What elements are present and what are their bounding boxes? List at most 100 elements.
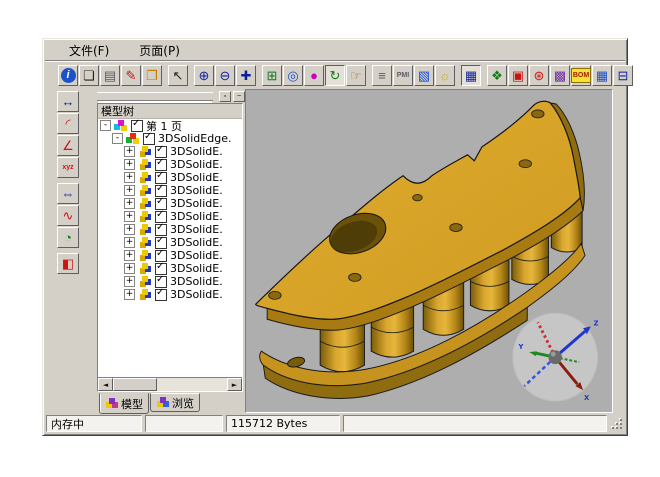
toolbar-button[interactable]: ∿ (57, 205, 79, 226)
expand-icon[interactable]: + (124, 185, 135, 196)
tree-item-part[interactable]: + ✓ 3DSolidE. (98, 197, 242, 210)
tree-item-part[interactable]: + ✓ 3DSolidE. (98, 236, 242, 249)
resize-grip[interactable] (610, 417, 624, 431)
toolbar-button[interactable]: ◧ (57, 253, 79, 274)
tree-item-part[interactable]: + ✓ 3DSolidE. (98, 262, 242, 275)
toolbar-button[interactable]: ◎ (283, 65, 303, 86)
expand-icon[interactable]: + (124, 263, 135, 274)
dock-gripper[interactable] (97, 92, 213, 101)
collapse-icon[interactable]: - (112, 133, 123, 144)
toolbar-group-view: ⊞◎● ↻ ☞ (262, 65, 367, 86)
snapshot-icon: ▣ (512, 69, 524, 82)
tree-item-part[interactable]: + ✓ 3DSolidE. (98, 210, 242, 223)
tree-hscrollbar[interactable]: ◄ ► (98, 377, 242, 391)
toolbar-button[interactable]: ▧ (414, 65, 434, 86)
checkbox[interactable]: ✓ (155, 289, 167, 301)
toolbar-button[interactable]: ⊛ (529, 65, 549, 86)
browse-tab-icon (156, 397, 170, 409)
axis-z-label: Z (594, 319, 599, 327)
tree-item-page[interactable]: - ✓ 第 1 页 (98, 119, 242, 132)
tree-item-part[interactable]: + ✓ 3DSolidE. (98, 184, 242, 197)
model-tree-panel: ▫ − 模型树 - ✓ 第 1 页 - ✓ 3DSolid (97, 89, 245, 413)
toolbar-button[interactable]: ▦ (592, 65, 612, 86)
menu-file[interactable]: 文件(F) (65, 41, 113, 60)
toolbar-button[interactable]: ❏ (79, 65, 99, 86)
toolbar-button[interactable]: ↻ (325, 65, 345, 86)
expand-icon[interactable]: + (124, 146, 135, 157)
panel-hide-button[interactable]: − (233, 91, 245, 102)
toolbar-button[interactable]: ⊖ (215, 65, 235, 86)
toolbar-button[interactable]: ⊕ (194, 65, 214, 86)
toolbar-button[interactable]: ● (304, 65, 324, 86)
rotate-view-icon: ↻ (330, 69, 341, 82)
top-plate (256, 101, 581, 319)
pmi-icon: PMI (397, 69, 409, 82)
collapse-icon[interactable]: - (100, 120, 111, 131)
tree-item-label: 3DSolidE. (170, 197, 223, 210)
expand-icon[interactable]: + (124, 237, 135, 248)
tree-item-part[interactable]: + ✓ 3DSolidE. (98, 275, 242, 288)
toolbar-button[interactable]: xyz (57, 157, 79, 178)
toolbar-button[interactable]: PMI (393, 65, 413, 86)
toolbar-button[interactable]: i (58, 65, 78, 86)
expand-icon[interactable]: + (124, 211, 135, 222)
bom-icon: BOM (571, 68, 591, 83)
tree-item-part[interactable]: + ✓ 3DSolidE. (98, 158, 242, 171)
scroll-left-button[interactable]: ◄ (98, 378, 113, 391)
tree-item-part[interactable]: + ✓ 3DSolidE. (98, 288, 242, 301)
checkbox[interactable]: ✓ (143, 133, 155, 145)
toolbar-button[interactable]: ✚ (236, 65, 256, 86)
orientation-sphere[interactable]: Z X Y (513, 313, 599, 402)
toolbar-button[interactable]: ❐ (142, 65, 162, 86)
scrollbar-track[interactable] (113, 378, 227, 391)
main-toolbar: i❏▤✎❐ ↖ ⊕⊖✚ ⊞◎●↻☞ ≡PMI▧☼ ▦ ❖▣⊛▩BOM▦⊟ (45, 60, 625, 89)
toolbar-button[interactable]: ▤ (100, 65, 120, 86)
toolbar-button[interactable]: ⇔ (57, 183, 79, 204)
viewport-3d[interactable]: Z X Y (245, 89, 613, 413)
expand-icon[interactable]: + (124, 172, 135, 183)
menu-page[interactable]: 页面(P) (135, 41, 184, 60)
tab-browse[interactable]: 浏览 (150, 393, 200, 412)
status-field-2 (145, 415, 223, 432)
panel-float-button[interactable]: ▫ (219, 91, 231, 102)
part-icon (138, 198, 152, 210)
open-document-icon: ❏ (83, 69, 95, 82)
tree-item-label: 3DSolidE. (170, 288, 223, 301)
toolbar-button[interactable]: ✎ (121, 65, 141, 86)
distance-dimension-icon: ⇔ (62, 187, 75, 200)
toolbar-button[interactable]: ≡ (372, 65, 392, 86)
tree-item-part[interactable]: + ✓ 3DSolidE. (98, 145, 242, 158)
toolbar-button[interactable]: BOM (571, 65, 591, 86)
scroll-right-button[interactable]: ► (227, 378, 242, 391)
tree-item-part[interactable]: + ✓ 3DSolidE. (98, 223, 242, 236)
tree-item-label: 3DSolidE. (170, 210, 223, 223)
checkbox[interactable]: ✓ (131, 120, 143, 132)
toolbar-button[interactable]: ▣ (508, 65, 528, 86)
expand-icon[interactable]: + (124, 276, 135, 287)
expand-icon[interactable]: + (124, 224, 135, 235)
toolbar-button[interactable]: ▦ (461, 65, 481, 86)
tree-item-assembly[interactable]: - ✓ 3DSolidEdge. (98, 132, 242, 145)
toolbar-button[interactable]: ❖ (487, 65, 507, 86)
assembly-icon (126, 133, 140, 145)
toolbar-button[interactable]: ↖ (168, 65, 188, 86)
toolbar-button[interactable]: ⊟ (613, 65, 633, 86)
tree-item-part[interactable]: + ✓ 3DSolidE. (98, 171, 242, 184)
toolbar-button[interactable]: ☞ (346, 65, 366, 86)
tab-model[interactable]: 模型 (99, 393, 149, 414)
tree-item-part[interactable]: + ✓ 3DSolidE. (98, 249, 242, 262)
expand-icon[interactable]: + (124, 289, 135, 300)
expand-icon[interactable]: + (124, 198, 135, 209)
expand-icon[interactable]: + (124, 250, 135, 261)
toolbar-button[interactable]: ⊞ (262, 65, 282, 86)
cad-model-canvas: Z X Y (246, 90, 612, 412)
toolbar-button[interactable]: ↔ (57, 91, 79, 112)
scrollbar-thumb[interactable] (113, 378, 157, 391)
toolbar-button[interactable]: ∠ (57, 135, 79, 156)
toolbar-button[interactable]: ☼ (435, 65, 455, 86)
toolbar-button[interactable]: ◔ (57, 227, 79, 248)
toolbar-button[interactable]: ◜ (57, 113, 79, 134)
toolbar-button[interactable]: ▩ (550, 65, 570, 86)
expand-icon[interactable]: + (124, 159, 135, 170)
part-icon (138, 172, 152, 184)
